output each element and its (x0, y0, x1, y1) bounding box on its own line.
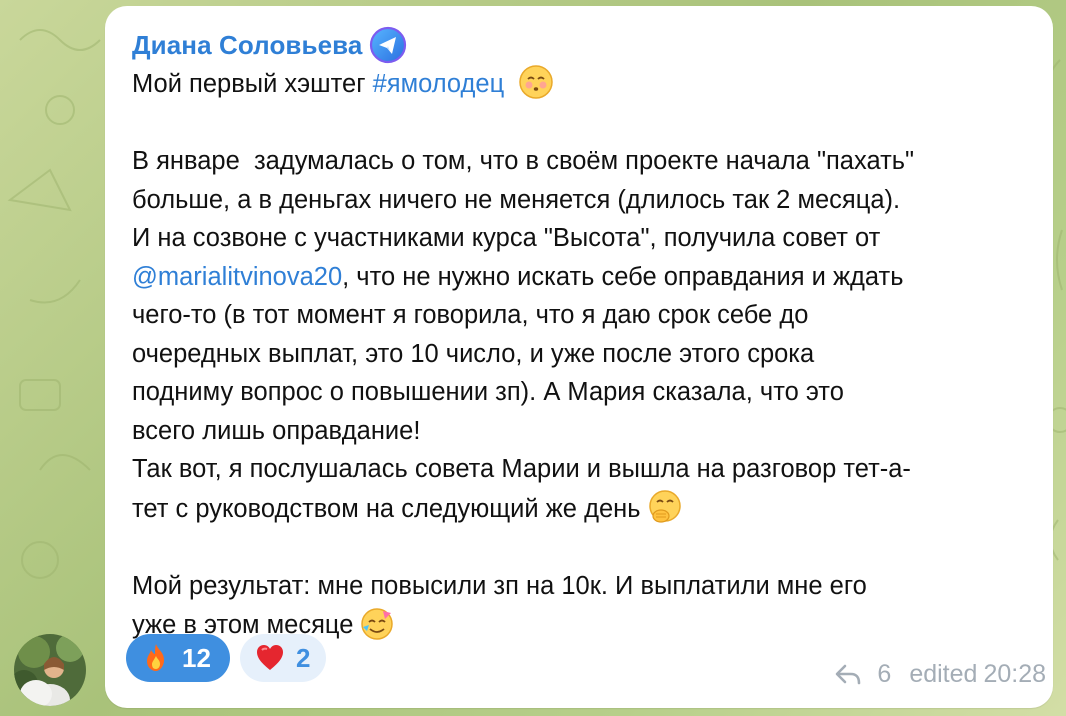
mention-link[interactable]: @marialitvinova20 (132, 263, 342, 291)
sender-avatar[interactable] (14, 634, 86, 706)
message-line: чего-то (в тот момент я говорила, что я … (132, 301, 809, 329)
message-line: больше, а в деньгах ничего не меняется (… (132, 185, 901, 214)
smiling-face-emoji-icon (518, 64, 554, 100)
edited-label: edited (909, 660, 978, 688)
reaction-count: 12 (182, 642, 211, 673)
face-with-party-hat-emoji-icon (359, 605, 395, 641)
message-line: подниму вопрос о повышении зп). А Мария … (132, 378, 844, 406)
verified-telegram-badge-icon (368, 25, 408, 65)
fire-icon (147, 644, 164, 671)
message-text: Мой первый хэштег #ямолодец В январе зад… (132, 64, 1027, 645)
reaction-fire[interactable]: 12 (126, 634, 230, 682)
message-line: И на созвоне с участниками курса "Высота… (132, 224, 881, 252)
message-line: Мой результат: мне повысили зп на 10к. И… (132, 571, 867, 600)
reaction-heart[interactable]: 2 (240, 634, 326, 682)
heart-icon (257, 645, 283, 670)
reactions-bar: 12 2 (126, 634, 326, 682)
message-line: всего лишь оправдание! (132, 416, 421, 445)
message-line: очередных выплат, это 10 число, и уже по… (132, 339, 815, 368)
message-line: В январе задумалась о том, что в своём п… (132, 147, 915, 175)
message-bubble[interactable]: Диана Соловьева Мой первый хэштег #ямоло… (105, 6, 1053, 708)
message-line: Мой первый хэштег (132, 70, 373, 98)
reply-count[interactable]: 6 (877, 660, 891, 689)
message-time: 20:28 (983, 660, 1046, 688)
face-with-hand-over-mouth-emoji-icon (647, 489, 683, 525)
reply-arrow-icon[interactable] (835, 664, 861, 686)
sender-name[interactable]: Диана Соловьева (132, 30, 362, 61)
message-line: тет с руководством на следующий же день (132, 494, 641, 523)
message-line: , что не нужно искать себе оправдания и … (342, 262, 904, 291)
hashtag-link[interactable]: #ямолодец (373, 70, 505, 98)
message-meta: 6 edited 20:28 (835, 660, 1046, 689)
avatar-photo-icon (14, 634, 86, 706)
reaction-count: 2 (296, 642, 311, 673)
message-line: Так вот, я послушалась совета Марии и вы… (132, 455, 911, 483)
